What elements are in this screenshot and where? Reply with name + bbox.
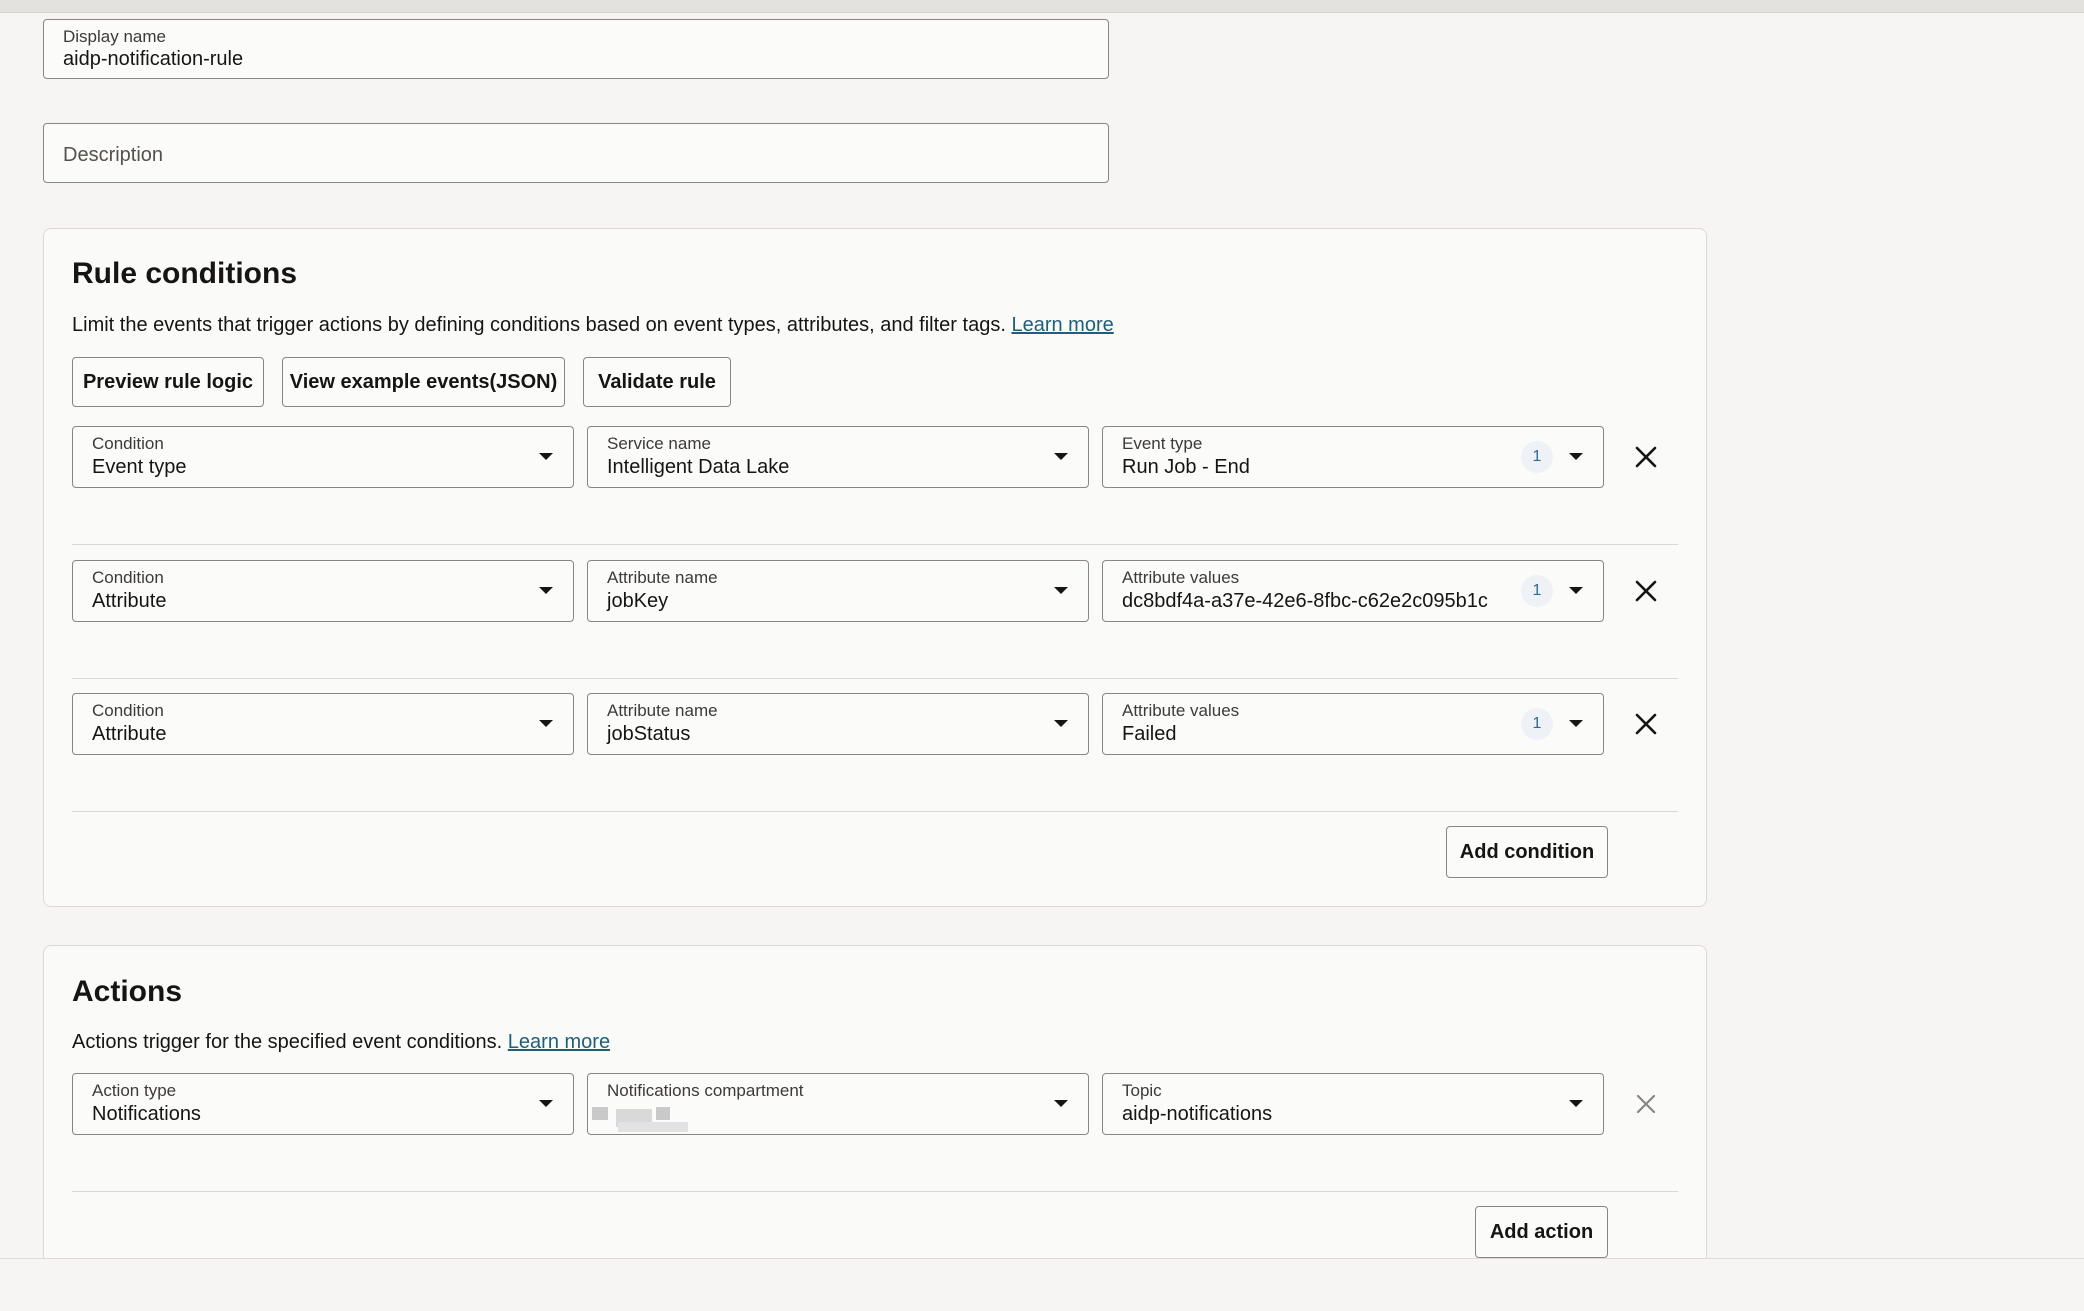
topic-select[interactable]: Topic aidp-notifications bbox=[1102, 1073, 1604, 1135]
selection-count-badge: 1 bbox=[1521, 441, 1553, 473]
attribute-values-value: Failed bbox=[1122, 723, 1177, 745]
attribute-name-value: jobKey bbox=[607, 590, 669, 612]
topic-label: Topic bbox=[1122, 1081, 1162, 1100]
view-example-events-button[interactable]: View example events(JSON) bbox=[282, 357, 565, 407]
display-name-field[interactable]: Display name aidp-notification-rule bbox=[43, 19, 1109, 79]
event-type-select[interactable]: Event type Run Job - End 1 bbox=[1102, 426, 1604, 488]
actions-description: Actions trigger for the specified event … bbox=[72, 1031, 610, 1054]
condition-value: Attribute bbox=[92, 723, 167, 745]
top-bar bbox=[0, 0, 2084, 13]
chevron-down-icon[interactable] bbox=[1569, 453, 1583, 460]
attribute-name-label: Attribute name bbox=[607, 568, 718, 587]
event-type-label: Event type bbox=[1122, 434, 1203, 453]
chevron-down-icon[interactable] bbox=[1569, 587, 1583, 594]
row-divider bbox=[72, 1191, 1678, 1192]
service-name-select[interactable]: Service name Intelligent Data Lake bbox=[587, 426, 1089, 488]
row-divider bbox=[72, 811, 1678, 812]
action-type-label: Action type bbox=[92, 1081, 177, 1100]
chevron-down-icon[interactable] bbox=[1054, 720, 1068, 727]
condition-select[interactable]: Condition Attribute bbox=[72, 560, 574, 622]
chevron-down-icon[interactable] bbox=[1054, 453, 1068, 460]
rule-conditions-learn-more-link[interactable]: Learn more bbox=[1011, 314, 1113, 336]
close-icon[interactable] bbox=[1632, 577, 1660, 605]
attribute-values-value: dc8bdf4a-a37e-42e6-8fbc-c62e2c095b1c bbox=[1122, 590, 1488, 612]
attribute-values-select[interactable]: Attribute values dc8bdf4a-a37e-42e6-8fbc… bbox=[1102, 560, 1604, 622]
condition-value: Event type bbox=[92, 456, 187, 478]
chevron-down-icon[interactable] bbox=[1054, 587, 1068, 594]
action-type-value: Notifications bbox=[92, 1103, 201, 1125]
attribute-values-label: Attribute values bbox=[1122, 701, 1240, 720]
service-name-value: Intelligent Data Lake bbox=[607, 456, 790, 478]
chevron-down-icon[interactable] bbox=[1569, 1100, 1583, 1107]
chevron-down-icon[interactable] bbox=[539, 453, 553, 460]
condition-select[interactable]: Condition Attribute bbox=[72, 693, 574, 755]
condition-value: Attribute bbox=[92, 590, 167, 612]
chevron-down-icon[interactable] bbox=[1054, 1100, 1068, 1107]
row-divider bbox=[72, 678, 1678, 679]
notifications-compartment-select[interactable]: Notifications compartment bbox=[587, 1073, 1089, 1135]
rule-conditions-description-text: Limit the events that trigger actions by… bbox=[72, 314, 1006, 336]
redacted-value bbox=[656, 1107, 670, 1120]
redacted-value bbox=[618, 1122, 688, 1132]
topic-value: aidp-notifications bbox=[1122, 1103, 1273, 1125]
row-divider bbox=[72, 544, 1678, 545]
condition-label: Condition bbox=[92, 434, 164, 453]
close-icon[interactable] bbox=[1632, 710, 1660, 738]
bottom-bar bbox=[0, 1258, 2084, 1311]
close-icon[interactable] bbox=[1632, 1090, 1660, 1118]
condition-label: Condition bbox=[92, 568, 164, 587]
redacted-value bbox=[592, 1107, 608, 1120]
description-field[interactable]: Description bbox=[43, 123, 1109, 183]
event-type-value: Run Job - End bbox=[1122, 456, 1250, 478]
condition-select[interactable]: Condition Event type bbox=[72, 426, 574, 488]
rule-conditions-description: Limit the events that trigger actions by… bbox=[72, 314, 1114, 337]
actions-learn-more-link[interactable]: Learn more bbox=[508, 1031, 610, 1053]
action-type-select[interactable]: Action type Notifications bbox=[72, 1073, 574, 1135]
attribute-name-select[interactable]: Attribute name jobKey bbox=[587, 560, 1089, 622]
attribute-name-value: jobStatus bbox=[607, 723, 691, 745]
add-condition-button[interactable]: Add condition bbox=[1446, 826, 1608, 878]
close-icon[interactable] bbox=[1632, 443, 1660, 471]
chevron-down-icon[interactable] bbox=[539, 587, 553, 594]
chevron-down-icon[interactable] bbox=[1569, 720, 1583, 727]
chevron-down-icon[interactable] bbox=[539, 1100, 553, 1107]
attribute-name-select[interactable]: Attribute name jobStatus bbox=[587, 693, 1089, 755]
selection-count-badge: 1 bbox=[1521, 708, 1553, 740]
service-name-label: Service name bbox=[607, 434, 711, 453]
selection-count-badge: 1 bbox=[1521, 575, 1553, 607]
attribute-name-label: Attribute name bbox=[607, 701, 718, 720]
rule-conditions-title: Rule conditions bbox=[72, 257, 297, 290]
condition-label: Condition bbox=[92, 701, 164, 720]
attribute-values-select[interactable]: Attribute values Failed 1 bbox=[1102, 693, 1604, 755]
display-name-value[interactable]: aidp-notification-rule bbox=[63, 48, 243, 71]
description-placeholder: Description bbox=[63, 144, 164, 166]
actions-title: Actions bbox=[72, 975, 183, 1008]
add-action-button[interactable]: Add action bbox=[1475, 1206, 1608, 1258]
attribute-values-label: Attribute values bbox=[1122, 568, 1240, 587]
actions-description-text: Actions trigger for the specified event … bbox=[72, 1031, 503, 1053]
validate-rule-button[interactable]: Validate rule bbox=[583, 357, 731, 407]
display-name-label: Display name bbox=[63, 27, 166, 46]
chevron-down-icon[interactable] bbox=[539, 720, 553, 727]
notifications-compartment-label: Notifications compartment bbox=[607, 1081, 804, 1100]
preview-rule-logic-button[interactable]: Preview rule logic bbox=[72, 357, 264, 407]
